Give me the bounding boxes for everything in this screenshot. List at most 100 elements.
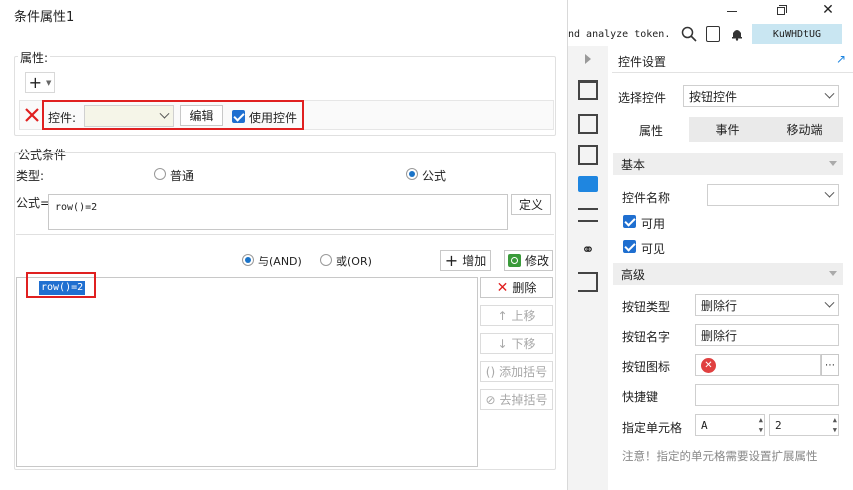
select-control-dropdown[interactable]: 按钮控件 [683, 85, 839, 107]
normal-radio[interactable] [154, 168, 166, 180]
select-control-value: 按钮控件 [689, 89, 738, 104]
delete-button[interactable]: ✕ 删除 [480, 277, 553, 298]
bell-icon[interactable] [730, 27, 744, 41]
visible-checkbox[interactable] [623, 240, 636, 253]
delete-circle-icon: ✕ [701, 357, 716, 373]
chevron-down-icon [829, 271, 837, 276]
enabled-checkbox[interactable] [623, 215, 636, 228]
tab-mobile[interactable]: 移动端 [766, 117, 843, 142]
modify-button[interactable]: 修改 [504, 250, 553, 271]
close-icon: ✕ [496, 279, 509, 296]
close-window-icon[interactable]: ✕ [818, 2, 838, 20]
minimize-icon[interactable] [722, 2, 742, 20]
add-bracket-button[interactable]: () 添加括号 [480, 361, 553, 382]
spinner-icon[interactable]: ▲ ▼ [833, 415, 837, 435]
button-type-dropdown[interactable]: 删除行 [695, 294, 839, 316]
widget-icon[interactable] [578, 114, 598, 134]
arrow-up-icon: ↑ [497, 308, 508, 323]
define-button[interactable]: 定义 [511, 194, 551, 215]
frame-icon[interactable] [578, 145, 598, 165]
chevron-down-icon [820, 295, 838, 315]
icon-strip [568, 46, 608, 490]
button-icon-field[interactable]: ✕ [695, 354, 821, 376]
delete-button-label: 删除 [512, 281, 537, 295]
formula-radio-label: 公式 [422, 169, 447, 183]
remove-bracket-button[interactable]: ⊘ 去掉括号 [480, 389, 553, 410]
control-name-dropdown[interactable] [707, 184, 839, 206]
condition-list[interactable]: row()=2 [16, 277, 478, 467]
chevron-down-icon [829, 161, 837, 166]
and-radio-label: 与(AND) [258, 255, 302, 268]
move-down-button[interactable]: ↓ 下移 [480, 333, 553, 354]
button-name-value: 删除行 [701, 328, 738, 343]
or-radio[interactable] [320, 254, 332, 266]
user-badge[interactable]: KuWHDtUG [752, 24, 842, 44]
button-type-label: 按钮类型 [622, 300, 671, 314]
add-button-label: 增加 [462, 254, 487, 268]
remove-attribute-icon[interactable] [24, 107, 40, 123]
add-bracket-button-label: 添加括号 [499, 365, 548, 379]
search-hint-text: nd analyze token. [568, 29, 671, 40]
move-up-button-label: 上移 [511, 309, 536, 323]
type-label: 类型: [16, 169, 45, 183]
button-name-input[interactable]: 删除行 [695, 324, 839, 346]
chevron-down-icon [820, 185, 838, 205]
formula-eq-label: 公式= [16, 196, 51, 210]
layout-icon[interactable] [578, 80, 598, 100]
move-up-button[interactable]: ↑ 上移 [480, 305, 553, 326]
control-name-label: 控件名称 [622, 191, 671, 205]
button-icon-label: 按钮图标 [622, 360, 671, 374]
divider [16, 234, 554, 235]
add-condition-button[interactable]: + ▼ [25, 72, 55, 93]
cell-column-value: A [701, 418, 708, 432]
button-type-value: 删除行 [701, 298, 738, 313]
import-icon[interactable] [578, 272, 598, 292]
plus-icon: + [28, 72, 42, 92]
control-settings-icon[interactable] [578, 176, 598, 192]
condition-attribute-dialog: 条件属性1 属性: + ▼ 控件: 编辑 使用控件 公式条件 类型: 普通 公式… [0, 0, 568, 490]
notes-icon[interactable] [706, 26, 720, 42]
modify-button-label: 修改 [524, 254, 549, 268]
cell-note: 注意！指定的单元格需要设置扩展属性 [622, 449, 818, 463]
collapse-arrow-icon[interactable] [585, 54, 591, 64]
restore-icon[interactable] [771, 2, 791, 20]
panel-divider [612, 72, 853, 73]
formula-radio[interactable] [406, 168, 418, 180]
link-icon[interactable]: ⚭ [578, 240, 598, 260]
highlight-box [26, 272, 96, 298]
button-name-label: 按钮名字 [622, 330, 671, 344]
basic-section-header[interactable]: 基本 [613, 153, 843, 175]
search-icon[interactable] [681, 26, 697, 42]
visible-label: 可见 [641, 242, 666, 256]
shortcut-label: 快捷键 [622, 390, 659, 404]
tab-events[interactable]: 事件 [689, 117, 766, 142]
shortcut-input[interactable] [695, 384, 839, 406]
advanced-section-header[interactable]: 高级 [613, 263, 843, 285]
spinner-icon[interactable]: ▲ ▼ [759, 415, 763, 435]
move-down-button-label: 下移 [511, 337, 536, 351]
select-control-label: 选择控件 [618, 91, 667, 105]
and-radio[interactable] [242, 254, 254, 266]
modify-icon [507, 254, 521, 267]
cell-label: 指定单元格 [622, 421, 683, 435]
add-button[interactable]: + 增加 [440, 250, 491, 271]
basic-section-label: 基本 [621, 157, 646, 172]
arrow-down-icon: ↓ [497, 336, 508, 351]
cell-row-input[interactable]: 2 ▲ ▼ [769, 414, 839, 436]
panel-title: 控件设置 [618, 55, 667, 69]
designer-area: ✕ nd analyze token. KuWHDtUG ⚭ 控件设置 ↗ 选择… [568, 0, 853, 490]
attribute-group-label: 属性: [18, 49, 51, 66]
style-icon[interactable] [578, 208, 598, 222]
expand-panel-icon[interactable]: ↗ [836, 52, 846, 66]
cell-column-input[interactable]: A ▲ ▼ [695, 414, 765, 436]
formula-input[interactable]: row()=2 [48, 194, 508, 230]
remove-bracket-icon: ⊘ [485, 392, 496, 407]
remove-bracket-button-label: 去掉括号 [499, 393, 548, 407]
highlight-box [42, 100, 304, 130]
cell-row-value: 2 [775, 418, 782, 432]
more-icon-button[interactable]: ⋯ [821, 354, 839, 376]
dialog-title: 条件属性1 [14, 10, 75, 25]
or-radio-label: 或(OR) [336, 255, 372, 268]
tab-properties[interactable]: 属性 [613, 117, 689, 142]
chevron-down-icon [820, 86, 838, 106]
